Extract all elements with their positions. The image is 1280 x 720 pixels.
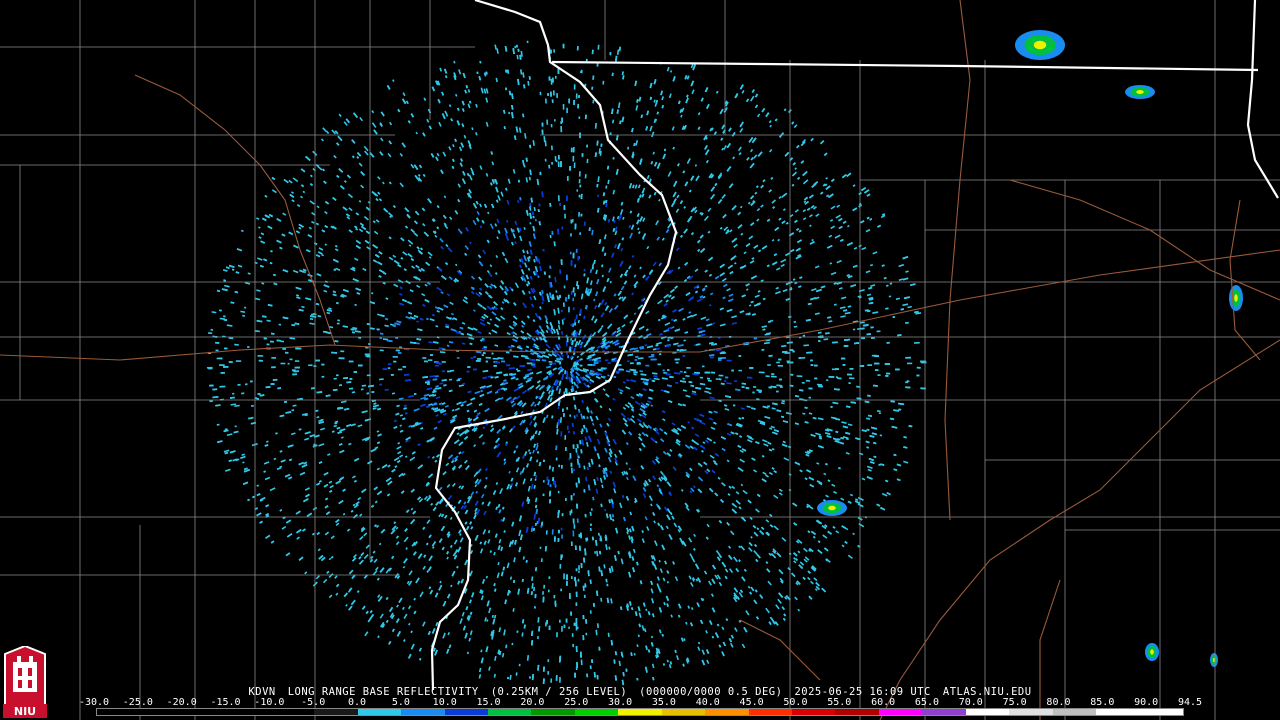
scale-color-step [1096, 709, 1140, 715]
scale-tick-label: -5.0 [301, 697, 326, 708]
scale-color-step [922, 709, 966, 715]
scale-color-step [270, 709, 315, 715]
scale-color-step [140, 709, 184, 715]
scale-color-step [444, 709, 488, 715]
scale-tick-label: -10.0 [254, 697, 285, 708]
scale-tick-label: 0.0 [348, 697, 367, 708]
scale-color-step [401, 709, 445, 715]
timestamp: 2025-06-25 16:09 UTC [794, 686, 931, 698]
scale-tick-label: 60.0 [871, 697, 896, 708]
scale-tick-label: 30.0 [608, 697, 633, 708]
scale-color-step [1139, 709, 1183, 715]
scale-tick-labels: -30.0 -25.0 -20.0 -15.0 -10.0 -5.0 0.0 5.0 10.0 1… [79, 697, 1202, 708]
scale-tick-label: 90.0 [1134, 697, 1159, 708]
scale-color-step [97, 709, 141, 715]
scale-tick-label: 75.0 [1002, 697, 1027, 708]
scale-color-step [1052, 709, 1097, 715]
scale-color-step [227, 709, 271, 715]
radar-site-marker [561, 358, 573, 370]
scale-tick-label: 25.0 [564, 697, 589, 708]
scale-color-step [531, 709, 575, 715]
resolution-text: (0.25KM / 256 LEVEL) [490, 686, 628, 698]
scale-color-step [487, 709, 532, 715]
scale-color-step [878, 709, 923, 715]
scale-tick-label: -15.0 [210, 697, 241, 708]
scale-color-step [1009, 709, 1053, 715]
scale-tick-label: 15.0 [476, 697, 501, 708]
scale-tick-label: 40.0 [695, 697, 720, 708]
scale-tick-label: 10.0 [432, 697, 457, 708]
scale-color-step [965, 709, 1010, 715]
scale-tick-label: 45.0 [739, 697, 764, 708]
scale-tick-label: -25.0 [122, 697, 153, 708]
scale-color-step [314, 709, 358, 715]
scale-color-step [618, 709, 662, 715]
scale-tick-label: 35.0 [651, 697, 676, 708]
radar-map [0, 0, 1280, 720]
scale-tick-label: 65.0 [914, 697, 939, 708]
scale-color-step [574, 709, 619, 715]
scale-tick-label: 20.0 [520, 697, 545, 708]
niu-logo: NIU [3, 646, 47, 718]
scale-tick-label: 50.0 [783, 697, 808, 708]
scale-tick-label: 55.0 [827, 697, 852, 708]
scale-tick-label: 80.0 [1046, 697, 1071, 708]
scale-tick-label: -20.0 [166, 697, 197, 708]
scale-tick-label: 94.5 [1177, 697, 1203, 708]
scale-tick-label: 70.0 [958, 697, 983, 708]
scale-color-step [792, 709, 836, 715]
scale-color-step [183, 709, 228, 715]
scale-color-step [835, 709, 879, 715]
reflectivity-color-scale [96, 708, 1184, 716]
scale-tick-label: 85.0 [1090, 697, 1115, 708]
scale-color-step [748, 709, 792, 715]
scale-color-step [357, 709, 402, 715]
scale-tick-label: 5.0 [391, 697, 410, 708]
scale-tick-label: -30.0 [78, 697, 110, 708]
scale-color-step [705, 709, 749, 715]
scale-color-step [661, 709, 706, 715]
